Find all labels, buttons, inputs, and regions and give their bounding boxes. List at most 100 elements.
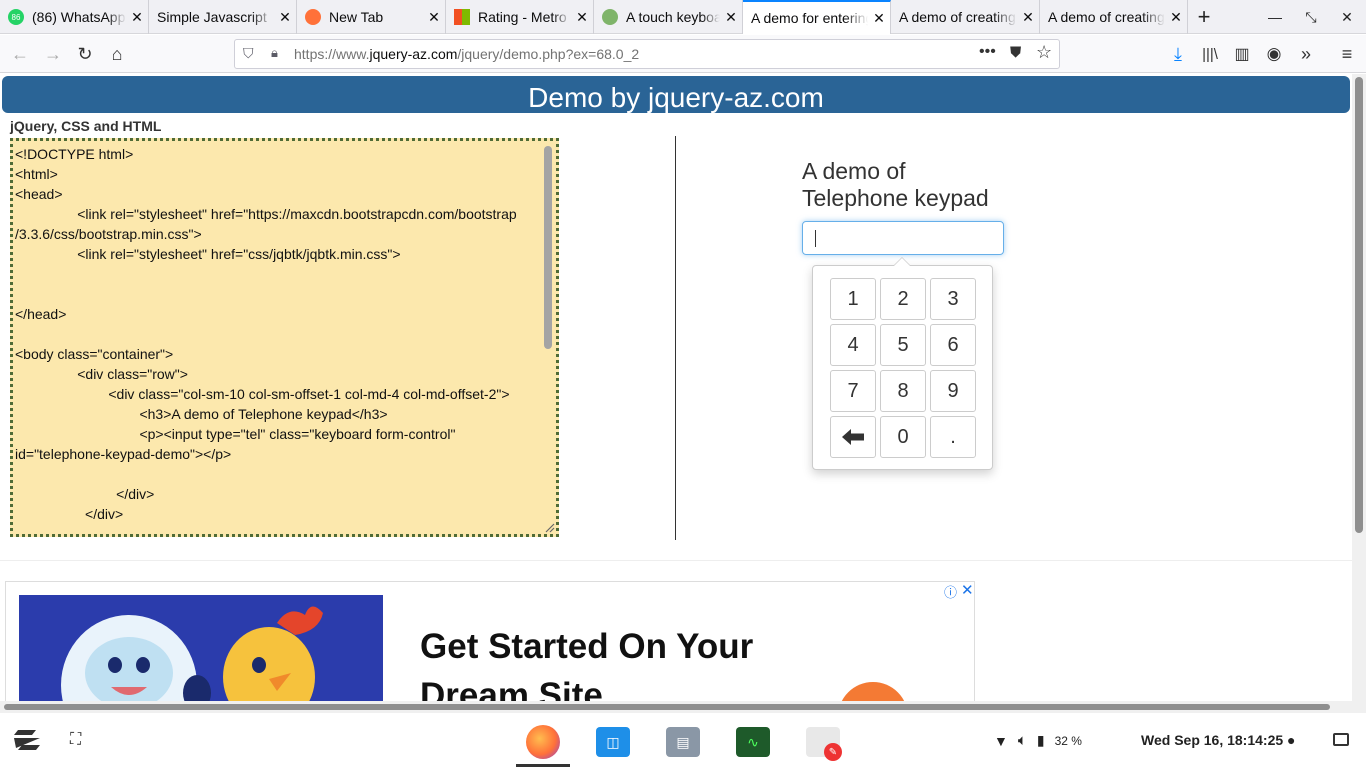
pocket-icon[interactable]: ⛊ [1010, 44, 1021, 61]
library-icon[interactable]: |||\ [1198, 42, 1222, 66]
software-store-icon[interactable]: ◫ [596, 727, 630, 757]
key-8[interactable]: 8 [880, 370, 926, 412]
close-tab-icon[interactable]: ✕ [274, 9, 296, 26]
advertisement[interactable]: Get Started On Your Dream Site ⓘ ✕ [5, 581, 975, 701]
url-domain: jquery-az.com [369, 46, 458, 62]
system-tray[interactable]: ▼ 🔈︎ ▮ 32 % [994, 732, 1082, 749]
close-icon[interactable]: ✕ [961, 582, 974, 599]
firefox-icon [305, 9, 321, 25]
vertical-scroll-thumb[interactable] [1355, 77, 1363, 533]
code-text[interactable]: <!DOCTYPE html> <html> <head> <link rel=… [15, 144, 517, 524]
code-scrollbar[interactable] [544, 146, 552, 349]
tab-demo-creating-1[interactable]: A demo of creating ✕ [891, 0, 1040, 34]
tab-demo-entering[interactable]: A demo for entering ✕ [743, 0, 891, 34]
demo-title: A demo of Telephone keypad [802, 158, 989, 212]
clock[interactable]: Wed Sep 16, 18:14:25 ● [1141, 732, 1296, 748]
vertical-scrollbar[interactable] [1352, 74, 1366, 701]
close-window-icon[interactable]: ✕ [1332, 0, 1362, 34]
url-path: /jquery/demo.php?ex=68.0_2 [457, 46, 640, 62]
tab-title: New Tab [329, 9, 384, 25]
key-9[interactable]: 9 [930, 370, 976, 412]
tab-demo-creating-2[interactable]: A demo of creating ✕ [1040, 0, 1188, 34]
shield-icon[interactable]: ⛉ [243, 45, 254, 62]
key-backspace[interactable] [830, 416, 876, 458]
tab-whatsapp[interactable]: 86 (86) WhatsApp ✕ [0, 0, 149, 34]
volume-icon[interactable]: 🔈︎ [1018, 732, 1027, 749]
text-editor-icon[interactable]: ✎ [806, 727, 842, 761]
tab-simple-javascript[interactable]: Simple Javascript ✕ [149, 0, 297, 34]
telephone-input[interactable] [802, 221, 1004, 255]
close-tab-icon[interactable]: ✕ [1165, 9, 1187, 26]
demo-title-line1: A demo of [802, 158, 906, 184]
close-tab-icon[interactable]: ✕ [423, 9, 445, 26]
text-caret [815, 230, 816, 247]
key-dot[interactable]: . [930, 416, 976, 458]
lock-icon[interactable]: 🔒︎ [271, 45, 278, 61]
tab-rating-metro[interactable]: Rating - Metro ✕ [446, 0, 594, 34]
close-tab-icon[interactable]: ✕ [571, 9, 593, 26]
close-tab-icon[interactable]: ✕ [1017, 9, 1039, 26]
firefox-taskbar-icon[interactable] [526, 725, 560, 759]
key-1[interactable]: 1 [830, 278, 876, 320]
tab-touch-keyboard[interactable]: A touch keyboard ✕ [594, 0, 743, 34]
url-bar[interactable]: ⛉ 🔒︎ https://www.jquery-az.com/jquery/de… [234, 39, 1060, 69]
tab-title: (86) WhatsApp [32, 9, 126, 25]
back-icon[interactable]: ← [8, 42, 32, 66]
home-icon[interactable]: ⌂ [105, 42, 129, 66]
overflow-icon[interactable]: » [1294, 42, 1318, 66]
tab-new-tab[interactable]: New Tab ✕ [297, 0, 446, 34]
ad-headline[interactable]: Get Started On Your Dream Site [420, 622, 820, 701]
horizontal-scroll-thumb[interactable] [4, 704, 1330, 710]
ad-headline-line1: Get Started On Your [420, 627, 754, 666]
sidebar-icon[interactable]: ▥ [1230, 42, 1254, 66]
key-4[interactable]: 4 [830, 324, 876, 366]
wifi-icon[interactable]: ▼ [994, 733, 1008, 749]
ad-headline-line2: Dream Site [420, 676, 603, 701]
downloads-icon[interactable]: ⤓ [1166, 42, 1190, 66]
key-5[interactable]: 5 [880, 324, 926, 366]
demo-title-line2: Telephone keypad [802, 185, 989, 211]
notifications-icon[interactable] [1333, 733, 1349, 746]
key-7[interactable]: 7 [830, 370, 876, 412]
ad-button-shape[interactable] [838, 682, 908, 701]
key-6[interactable]: 6 [930, 324, 976, 366]
resize-handle-icon[interactable] [543, 521, 555, 533]
key-3[interactable]: 3 [930, 278, 976, 320]
column-divider [675, 136, 676, 540]
bookmark-star-icon[interactable]: ☆ [1036, 42, 1052, 63]
info-icon[interactable]: ⓘ [944, 582, 957, 601]
key-2[interactable]: 2 [880, 278, 926, 320]
restore-icon[interactable]: ⤡ [1296, 0, 1326, 34]
tab-title: Simple Javascript [157, 9, 267, 25]
close-tab-icon[interactable]: ✕ [126, 9, 148, 26]
close-tab-icon[interactable]: ✕ [720, 9, 742, 26]
tab-title: A touch keyboard [626, 9, 720, 25]
system-monitor-icon[interactable]: ∿ [736, 727, 770, 757]
battery-icon[interactable]: ▮ [1037, 732, 1045, 749]
url-prefix: https://www. [294, 46, 370, 62]
whatsapp-icon: 86 [8, 9, 24, 25]
ad-image[interactable] [19, 595, 383, 701]
navigation-toolbar: ← → ↻ ⌂ ⛉ 🔒︎ https://www.jquery-az.com/j… [0, 35, 1366, 73]
page-banner: Demo by jquery-az.com [2, 76, 1350, 113]
url-text[interactable]: https://www.jquery-az.com/jquery/demo.ph… [294, 46, 639, 62]
reload-icon[interactable]: ↻ [73, 42, 97, 66]
battery-percent: 32 % [1054, 733, 1082, 748]
fullscreen-icon[interactable]: ⛶ [70, 731, 81, 749]
files-folder-icon[interactable]: ▤ [666, 727, 700, 757]
minimize-icon[interactable]: — [1260, 0, 1290, 34]
code-textarea[interactable]: <!DOCTYPE html> <html> <head> <link rel=… [10, 138, 559, 537]
key-0[interactable]: 0 [880, 416, 926, 458]
account-icon[interactable]: ◉ [1262, 42, 1286, 66]
jquery-icon [602, 9, 618, 25]
tab-title: A demo of creating [1048, 9, 1165, 25]
close-tab-icon[interactable]: ✕ [868, 10, 890, 27]
zorin-menu-icon[interactable] [12, 727, 42, 753]
forward-icon[interactable]: → [41, 42, 65, 66]
menu-icon[interactable]: ≡ [1335, 42, 1359, 66]
more-actions-icon[interactable]: ••• [979, 43, 996, 61]
horizontal-scrollbar[interactable] [0, 701, 1366, 713]
plus-icon[interactable]: + [1189, 0, 1219, 34]
page-content: Demo by jquery-az.com jQuery, CSS and HT… [0, 74, 1352, 701]
ad-illustration [19, 595, 383, 701]
